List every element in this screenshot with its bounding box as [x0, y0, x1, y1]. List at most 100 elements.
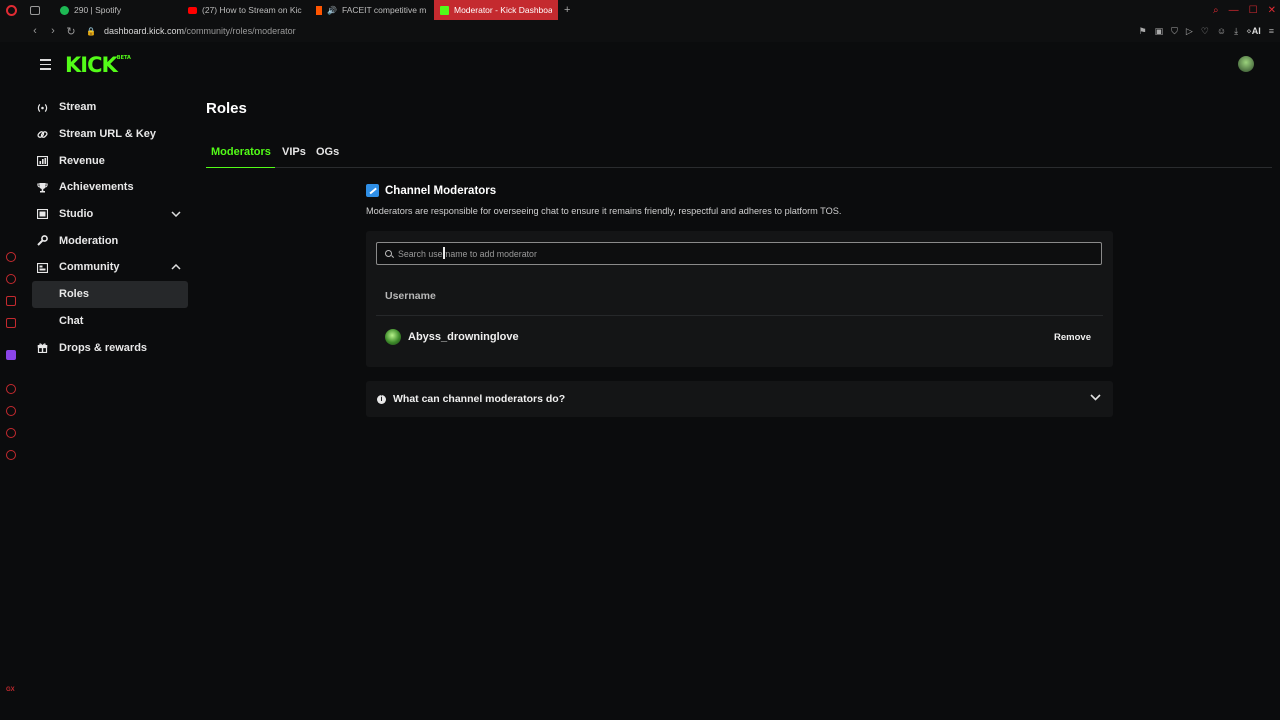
section-header: Channel Moderators — [366, 184, 496, 197]
kick-favicon-icon — [440, 5, 449, 15]
settings-icon[interactable] — [6, 450, 16, 460]
browser-tab-kick-dashboard[interactable]: Moderator - Kick Dashboa — [434, 0, 558, 20]
bookmark-icon[interactable]: ⚑ — [1139, 26, 1147, 37]
divider — [376, 315, 1103, 316]
info-icon: i — [377, 394, 386, 404]
sidebar-app-icon[interactable] — [6, 296, 16, 306]
moderator-badge-icon — [366, 184, 379, 197]
table-row: Abyss_drowninglove Remove — [385, 328, 1097, 346]
sidebar-item-stream[interactable]: Stream — [32, 94, 188, 121]
link-icon — [37, 129, 48, 140]
moderator-search-box[interactable] — [376, 242, 1102, 265]
twitch-icon[interactable] — [6, 350, 16, 360]
user-avatar[interactable] — [1238, 56, 1254, 72]
dashboard-sidebar: Stream Stream URL & Key Revenue Achievem… — [32, 94, 188, 361]
logo-text: KICK — [65, 53, 118, 77]
sidebar-app-icon[interactable] — [6, 384, 16, 394]
sidebar-item-label: Roles — [59, 288, 89, 301]
faq-accordion[interactable]: i What can channel moderators do? — [366, 381, 1113, 417]
profile-icon[interactable]: ☺ — [1217, 26, 1226, 36]
shield-icon[interactable]: ⛉ — [1171, 26, 1178, 37]
kick-header: KICKBETA — [22, 42, 1280, 86]
browser-tab-spotify[interactable]: 290 | Spotify — [54, 0, 182, 20]
sidebar-item-label: Community — [59, 261, 120, 274]
logo-badge: BETA — [116, 55, 131, 61]
page-title: Roles — [206, 100, 247, 117]
tab-islands-icon[interactable] — [28, 3, 42, 17]
lock-icon: 🔒 — [86, 26, 96, 36]
search-tabs-icon[interactable]: ⌕ — [1213, 5, 1219, 16]
chevron-up-icon[interactable] — [171, 262, 181, 272]
speaker-icon[interactable]: 🔊 — [327, 6, 337, 15]
moderator-username[interactable]: Abyss_drowninglove — [408, 331, 519, 343]
section-title: Channel Moderators — [385, 184, 497, 197]
gift-icon — [37, 342, 48, 354]
tab-moderators[interactable]: Moderators — [211, 146, 271, 158]
sidebar-item-roles[interactable]: Roles — [32, 280, 188, 308]
history-icon[interactable] — [6, 406, 16, 416]
active-tab-underline — [206, 167, 275, 168]
download-icon[interactable]: ⤓ — [1234, 26, 1238, 37]
sidebar-app-icon[interactable] — [6, 252, 16, 262]
ai-button[interactable]: ⋄AI — [1246, 26, 1261, 37]
browser-address-bar: ‹ › ↻ 🔒 dashboard.kick.com/community/rol… — [0, 20, 1280, 42]
tab-vips[interactable]: VIPs — [282, 146, 306, 158]
opera-logo-icon — [5, 4, 17, 16]
studio-icon — [37, 209, 48, 220]
close-window-icon[interactable]: ✕ — [1268, 5, 1276, 16]
kick-logo[interactable]: KICKBETA — [65, 53, 131, 77]
section-description: Moderators are responsible for overseein… — [366, 206, 842, 216]
chevron-down-icon[interactable] — [1090, 393, 1101, 404]
new-tab-button[interactable]: + — [558, 4, 576, 16]
easy-setup-icon[interactable]: ≡ — [1269, 26, 1274, 36]
ai-label: AI — [1251, 25, 1261, 36]
extensions-icon[interactable] — [6, 428, 16, 438]
browser-tab-faceit[interactable]: 🔊 FACEIT competitive m — [310, 0, 434, 20]
tab-ogs[interactable]: OGs — [316, 146, 339, 158]
reload-icon[interactable]: ↻ — [62, 25, 80, 38]
heart-icon[interactable]: ♡ — [1201, 26, 1209, 37]
search-input[interactable] — [398, 248, 1101, 259]
sidebar-item-moderation[interactable]: Moderation — [32, 227, 188, 254]
maximize-icon[interactable]: ☐ — [1249, 5, 1258, 16]
chevron-down-icon[interactable] — [171, 209, 181, 219]
sidebar-item-community[interactable]: Community — [32, 254, 188, 281]
sidebar-item-label: Drops & rewards — [59, 341, 148, 354]
sidebar-item-chat[interactable]: Chat — [32, 308, 188, 335]
remove-button[interactable]: Remove — [1054, 328, 1091, 346]
sidebar-app-icon[interactable] — [6, 274, 16, 284]
sidebar-item-label: Achievements — [59, 181, 134, 194]
url-field[interactable]: dashboard.kick.com/community/roles/moder… — [104, 26, 296, 36]
trophy-icon — [37, 182, 48, 193]
sidebar-item-label: Chat — [59, 314, 84, 327]
chart-icon — [37, 155, 48, 166]
column-header-username: Username — [385, 290, 436, 302]
spotify-icon — [60, 5, 69, 15]
opera-sidebar — [0, 42, 22, 720]
sidebar-app-icon[interactable] — [6, 318, 16, 328]
roles-tabs: Moderators VIPs OGs — [206, 143, 1272, 168]
address-bar-tools: ⚑ ▣ ⛉ ▷ ♡ ☺ ⤓ ⋄AI ≡ — [1139, 20, 1274, 42]
sidebar-item-drops-rewards[interactable]: Drops & rewards — [32, 334, 188, 361]
hamburger-menu-icon[interactable] — [40, 59, 51, 73]
sidebar-item-achievements[interactable]: Achievements — [32, 174, 188, 201]
sidebar-item-stream-url-key[interactable]: Stream URL & Key — [32, 121, 188, 148]
url-host: dashboard.kick.com — [104, 26, 185, 36]
sidebar-item-label: Studio — [59, 208, 94, 221]
player-icon[interactable]: ▷ — [1186, 26, 1193, 37]
sidebar-item-studio[interactable]: Studio — [32, 201, 188, 228]
back-icon[interactable]: ‹ — [26, 25, 44, 37]
minimize-icon[interactable]: — — [1229, 5, 1239, 16]
opera-menu-button[interactable] — [0, 0, 22, 20]
browser-tab-youtube[interactable]: (27) How to Stream on Kic — [182, 0, 310, 20]
snapshot-icon[interactable]: ▣ — [1155, 26, 1164, 37]
opera-gx-mark: GX — [6, 687, 15, 693]
wrench-icon — [37, 235, 48, 247]
window-controls: ⌕ — ☐ ✕ — [1213, 0, 1276, 20]
sidebar-item-label: Stream — [59, 101, 97, 114]
sidebar-item-label: Moderation — [59, 234, 119, 247]
sidebar-item-revenue[interactable]: Revenue — [32, 147, 188, 174]
community-icon — [37, 262, 48, 273]
sidebar-item-label: Revenue — [59, 154, 105, 167]
forward-icon[interactable]: › — [44, 25, 62, 37]
